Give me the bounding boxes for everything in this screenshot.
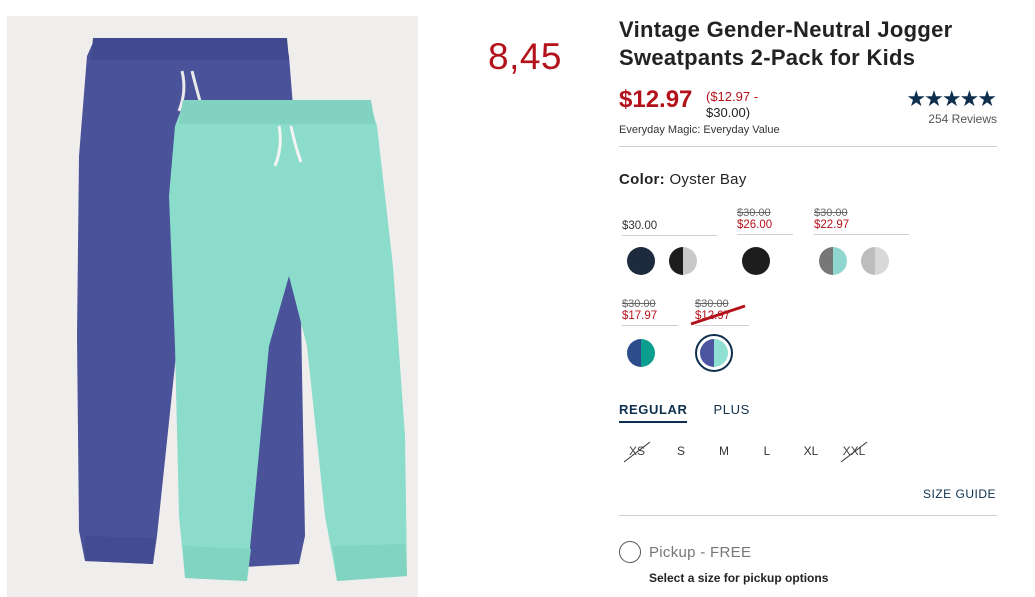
- sale-price: $12.97: [619, 86, 693, 113]
- size-xl[interactable]: XL: [794, 444, 828, 458]
- swatch-row: [742, 247, 770, 275]
- group-price: $22.97: [814, 219, 850, 231]
- swatch-gray-mint[interactable]: [819, 247, 847, 275]
- group-orig-price: $30.00: [622, 298, 656, 310]
- reviews-link[interactable]: 254 Reviews: [928, 112, 997, 126]
- size-xxl[interactable]: XXL: [837, 441, 871, 463]
- tab-regular[interactable]: REGULAR: [619, 402, 688, 423]
- product-title: Vintage Gender-Neutral Jogger Sweatpants…: [619, 17, 953, 70]
- group-divider: [622, 235, 717, 236]
- color-swatches: $30.00 $30.00 $26.00 $30.00 $22.97 $30.0…: [619, 205, 997, 375]
- swatch-black[interactable]: [742, 247, 770, 275]
- pickup-label: Pickup - FREE: [649, 543, 752, 561]
- pickup-note: Select a size for pickup options: [649, 571, 829, 585]
- price-group-30: $30.00: [622, 220, 717, 236]
- value-tagline: Everyday Magic: Everyday Value: [619, 124, 780, 136]
- swatch-light-gray[interactable]: [861, 247, 889, 275]
- price-group-2297: $30.00 $22.97: [814, 207, 909, 235]
- pickup-option[interactable]: Pickup - FREE: [619, 541, 751, 563]
- size-m[interactable]: M: [707, 444, 741, 458]
- divider: [619, 146, 997, 147]
- swatch-blue-teal[interactable]: [627, 339, 655, 367]
- product-info: Vintage Gender-Neutral Jogger Sweatpants…: [619, 16, 997, 188]
- group-divider: [622, 325, 678, 326]
- divider: [619, 515, 997, 516]
- unavailable-slash-icon: [840, 441, 868, 463]
- price-group-1797: $30.00 $17.97: [622, 298, 678, 326]
- size-xs[interactable]: XS: [620, 441, 654, 463]
- product-image[interactable]: [7, 16, 418, 597]
- group-price: $17.97: [622, 310, 658, 322]
- swatch-oyster-bay-selected[interactable]: [695, 334, 733, 372]
- color-label: Color: Oyster Bay: [619, 171, 997, 188]
- color-label-value: Oyster Bay: [669, 171, 747, 188]
- group-orig-price: $30.00: [737, 207, 771, 219]
- price-range-start: ($12.97 -: [706, 89, 759, 104]
- group-divider: [737, 234, 793, 235]
- price-range: ($12.97 - $30.00): [706, 89, 786, 121]
- unavailable-slash-icon: [623, 441, 651, 463]
- swatch-black-heather[interactable]: [669, 247, 697, 275]
- group-orig-price: $30.00: [814, 207, 848, 219]
- strike-mark: [690, 304, 746, 326]
- color-label-key: Color:: [619, 171, 665, 188]
- size-selector: XS S M L XL XXL: [619, 441, 879, 466]
- overlay-number: 8,45: [488, 36, 563, 77]
- group-divider: [814, 234, 909, 235]
- swatch-row: [819, 247, 889, 275]
- size-guide-link[interactable]: SIZE GUIDE: [923, 487, 996, 501]
- price-range-end: $30.00): [706, 105, 751, 120]
- size-s[interactable]: S: [664, 444, 698, 458]
- price-group-26: $30.00 $26.00: [737, 207, 793, 235]
- group-price: $30.00: [622, 220, 658, 232]
- swatch-navy[interactable]: [627, 247, 655, 275]
- group-price: $26.00: [737, 219, 773, 231]
- price-group-1297: $30.00 $12.97: [690, 298, 749, 326]
- pickup-radio[interactable]: [619, 541, 641, 563]
- swatch-oyster-bay: [700, 339, 728, 367]
- tab-plus[interactable]: PLUS: [713, 402, 749, 423]
- price-row: $12.97 ($12.97 - $30.00) Everyday Magic:…: [619, 86, 997, 138]
- swatch-row: [627, 247, 697, 275]
- rating-stars-icon[interactable]: ★★★★★: [906, 86, 997, 112]
- sweatpants-photo: [77, 38, 407, 581]
- size-l[interactable]: L: [750, 444, 784, 458]
- fit-tabs: REGULAR PLUS: [619, 402, 750, 423]
- swatch-row: [627, 339, 655, 367]
